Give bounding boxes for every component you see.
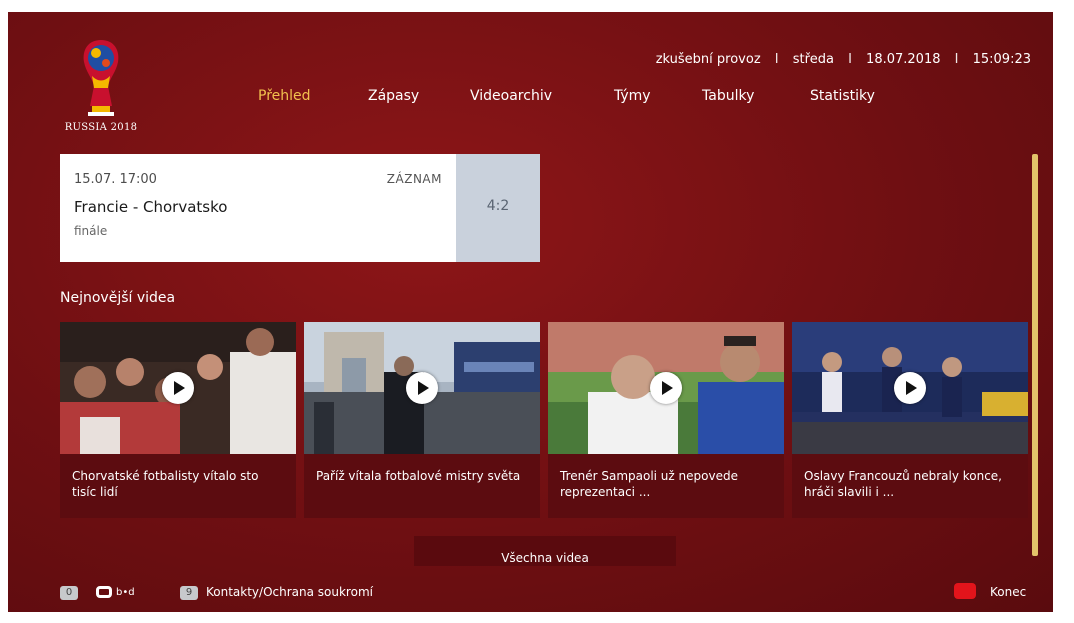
red-key-icon[interactable]: [954, 583, 976, 599]
logo-text: RUSSIA 2018: [64, 122, 138, 133]
match-card[interactable]: 15.07. 17:00 ZÁZNAM Francie - Chorvatsko…: [60, 154, 540, 262]
nav-item-tymy[interactable]: Týmy: [614, 88, 651, 104]
nav-item-prehled[interactable]: Přehled: [258, 88, 311, 104]
match-score-box: 4:2: [456, 154, 540, 262]
world-cup-logo: RUSSIA 2018: [58, 36, 144, 133]
nav-item-zapasy[interactable]: Zápasy: [368, 88, 419, 104]
scrollbar[interactable]: [1032, 154, 1038, 556]
section-title-latest-videos: Nejnovější videa: [60, 290, 176, 306]
video-card[interactable]: Trenér Sampaoli už nepovede reprezentaci…: [548, 322, 784, 518]
recording-badge: ZÁZNAM: [386, 172, 442, 186]
match-score: 4:2: [486, 198, 510, 214]
status-time: 15:09:23: [972, 52, 1031, 67]
video-card[interactable]: Paříž vítala fotbalové mistry světa: [304, 322, 540, 518]
bed-logo[interactable]: b•d: [96, 583, 135, 601]
exit-label[interactable]: Konec: [990, 585, 1026, 599]
nav-item-tabulky[interactable]: Tabulky: [702, 88, 754, 104]
trophy-icon: [83, 40, 119, 116]
key-0-icon[interactable]: 0: [60, 586, 78, 600]
play-icon[interactable]: [650, 372, 682, 404]
video-card[interactable]: Oslavy Francouzů nebraly konce, hráči sl…: [792, 322, 1028, 518]
match-stage: finále: [74, 224, 108, 238]
play-icon[interactable]: [406, 372, 438, 404]
video-thumbnail: [548, 322, 784, 454]
match-info: 15.07. 17:00 ZÁZNAM Francie - Chorvatsko…: [60, 154, 456, 262]
video-title: Oslavy Francouzů nebraly konce, hráči sl…: [804, 469, 1002, 499]
video-thumbnail: [304, 322, 540, 454]
match-teams: Francie - Chorvatsko: [74, 198, 228, 216]
video-thumbnail: [792, 322, 1028, 454]
video-title: Trenér Sampaoli už nepovede reprezentaci…: [560, 469, 738, 499]
contacts-privacy-link[interactable]: Kontakty/Ochrana soukromí: [206, 585, 373, 599]
bed-logo-icon: [96, 586, 112, 598]
nav-item-statistiky[interactable]: Statistiky: [810, 88, 875, 104]
nav-item-videoarchiv[interactable]: Videoarchiv: [470, 88, 552, 104]
app-screen: RUSSIA 2018 zkušební provoz I středa I 1…: [8, 12, 1053, 612]
status-date: 18.07.2018: [866, 52, 941, 67]
video-title: Chorvatské fotbalisty vítalo sto tisíc l…: [72, 469, 259, 499]
status-separator: I: [848, 52, 852, 67]
video-card[interactable]: Chorvatské fotbalisty vítalo sto tisíc l…: [60, 322, 296, 518]
key-9-icon[interactable]: 9: [180, 586, 198, 600]
all-videos-button[interactable]: Všechna videa: [414, 536, 676, 566]
play-icon[interactable]: [894, 372, 926, 404]
match-datetime: 15.07. 17:00: [74, 172, 157, 187]
status-separator: I: [774, 52, 779, 67]
video-thumbnail: [60, 322, 296, 454]
bed-label: b•d: [116, 586, 135, 598]
status-bar: zkušební provoz I středa I 18.07.2018 I …: [656, 52, 1031, 67]
status-weekday: středa: [792, 52, 834, 67]
play-icon[interactable]: [162, 372, 194, 404]
status-separator: I: [954, 52, 959, 67]
status-mode: zkušební provoz: [655, 52, 761, 67]
video-title: Paříž vítala fotbalové mistry světa: [316, 469, 521, 483]
